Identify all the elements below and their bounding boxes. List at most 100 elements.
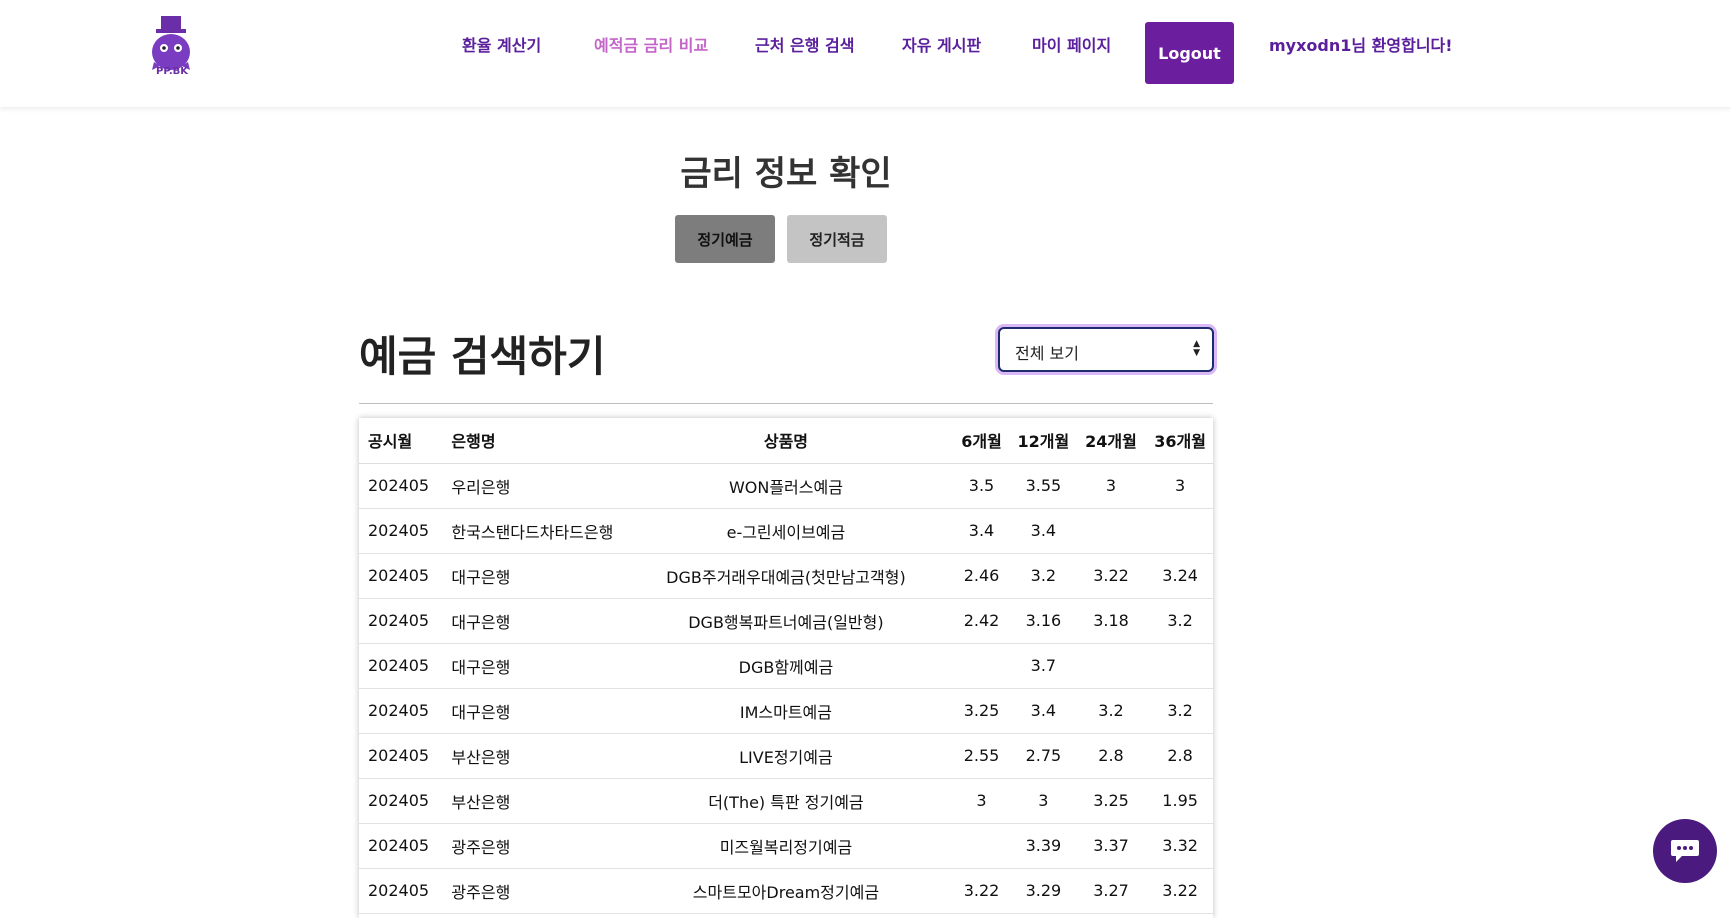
cell-rate-24m: 3 bbox=[1074, 463, 1148, 509]
cell-month: 202405 bbox=[359, 868, 443, 914]
nav-my-page[interactable]: 마이 페이지 bbox=[1032, 32, 1111, 56]
cell-rate-6m: 2.55 bbox=[951, 733, 1012, 779]
cell-rate-24m bbox=[1074, 508, 1148, 554]
nav-nearby-bank[interactable]: 근처 은행 검색 bbox=[755, 32, 854, 56]
cell-month: 202405 bbox=[359, 463, 443, 509]
cell-product: DGB함께예금 bbox=[620, 643, 952, 689]
cell-rate-24m: 3.18 bbox=[1074, 598, 1148, 644]
section-title: 예금 검색하기 bbox=[359, 332, 606, 381]
cell-rate-36m: 3.2 bbox=[1147, 688, 1213, 734]
col-header-12m: 12개월 bbox=[1011, 418, 1075, 464]
cell-rate-24m bbox=[1074, 643, 1148, 689]
cell-rate-36m: 3.2 bbox=[1147, 598, 1213, 644]
cell-month: 202405 bbox=[359, 553, 443, 599]
cell-rate-6m: 3 bbox=[951, 778, 1012, 824]
logout-button[interactable]: Logout bbox=[1145, 22, 1234, 84]
divider bbox=[359, 403, 1213, 404]
cell-rate-36m bbox=[1147, 508, 1213, 554]
col-header-24m: 24개월 bbox=[1074, 418, 1148, 464]
cell-rate-36m: 2.8 bbox=[1147, 733, 1213, 779]
table-row: 202405 광주은행 스마트모아Dream정기예금 3.22 3.29 3.27 3.22 bbox=[359, 868, 1213, 914]
chat-bubble-icon bbox=[1671, 840, 1699, 862]
cell-month: 202405 bbox=[359, 823, 443, 869]
chat-button[interactable] bbox=[1653, 819, 1717, 883]
deposit-toggle-button[interactable]: 정기예금 bbox=[675, 215, 775, 263]
cell-rate-24m: 3.37 bbox=[1074, 823, 1148, 869]
table-row: 202405 부산은행 LIVE정기예금 2.55 2.75 2.8 2.8 bbox=[359, 733, 1213, 779]
cell-bank: 부산은행 bbox=[442, 778, 621, 824]
logo-text: PP.BK bbox=[156, 66, 188, 77]
cell-product: DGB행복파트너예금(일반형) bbox=[620, 598, 952, 644]
cell-bank: 대구은행 bbox=[442, 643, 621, 689]
cell-bank: 부산은행 bbox=[442, 733, 621, 779]
cell-rate-6m: 2.46 bbox=[951, 553, 1012, 599]
col-header-product: 상품명 bbox=[620, 418, 952, 464]
savings-toggle-button[interactable]: 정기적금 bbox=[787, 215, 887, 263]
cell-bank: 대구은행 bbox=[442, 598, 621, 644]
cell-rate-12m: 3.4 bbox=[1011, 508, 1075, 554]
cell-rate-6m bbox=[951, 643, 1012, 689]
cell-rate-36m: 3.32 bbox=[1147, 823, 1213, 869]
cell-product: 미즈월복리정기예금 bbox=[620, 823, 952, 869]
table-row: 202405 우리은행 WON플러스예금 3.5 3.55 3 3 bbox=[359, 463, 1213, 509]
cell-rate-36m: 3.24 bbox=[1147, 553, 1213, 599]
cell-rate-6m: 2.42 bbox=[951, 598, 1012, 644]
col-header-bank: 은행명 bbox=[442, 418, 621, 464]
cell-month: 202405 bbox=[359, 688, 443, 734]
cell-rate-24m: 3.2 bbox=[1074, 688, 1148, 734]
cell-rate-24m: 2.8 bbox=[1074, 733, 1148, 779]
cell-rate-36m: 3.22 bbox=[1147, 868, 1213, 914]
cell-rate-12m: 3.2 bbox=[1011, 553, 1075, 599]
cell-bank: 광주은행 bbox=[442, 868, 621, 914]
welcome-message: myxodn1님 환영합니다! bbox=[1269, 36, 1453, 55]
cell-rate-6m: 3.22 bbox=[951, 868, 1012, 914]
table-row: 202405 대구은행 IM스마트예금 3.25 3.4 3.2 3.2 bbox=[359, 688, 1213, 734]
nav-exchange-calculator[interactable]: 환율 계산기 bbox=[462, 32, 541, 56]
cell-month: 202405 bbox=[359, 598, 443, 644]
col-header-6m: 6개월 bbox=[951, 418, 1012, 464]
bank-filter-value: 전체 보기 bbox=[1015, 344, 1079, 363]
table-row: 202405 부산은행 더(The) 특판 정기예금 3 3 3.25 1.95 bbox=[359, 778, 1213, 824]
cell-product: 더(The) 특판 정기예금 bbox=[620, 778, 952, 824]
cell-rate-12m: 2.75 bbox=[1011, 733, 1075, 779]
table-row: 202405 대구은행 DGB주거래우대예금(첫만남고객형) 2.46 3.2 3.22 3… bbox=[359, 553, 1213, 599]
cell-rate-12m: 3.7 bbox=[1011, 643, 1075, 689]
top-navbar: PP.BK 환율 계산기 예적금 금리 비교 근처 은행 검색 자유 게시판 마… bbox=[0, 0, 1731, 107]
cell-rate-6m: 3.5 bbox=[951, 463, 1012, 509]
col-header-36m: 36개월 bbox=[1147, 418, 1213, 464]
rate-table: 공시월 은행명 상품명 6개월 12개월 24개월 36개월 202405 우리은… bbox=[359, 418, 1213, 914]
cell-product: LIVE정기예금 bbox=[620, 733, 952, 779]
cell-product: 스마트모아Dream정기예금 bbox=[620, 868, 952, 914]
cell-bank: 한국스탠다드차타드은행 bbox=[442, 508, 621, 554]
bank-filter-select[interactable]: 전체 보기 ▲ ▼ bbox=[998, 327, 1214, 372]
col-header-month: 공시월 bbox=[359, 418, 443, 464]
cell-bank: 대구은행 bbox=[442, 553, 621, 599]
cell-rate-12m: 3.55 bbox=[1011, 463, 1075, 509]
cell-product: WON플러스예금 bbox=[620, 463, 952, 509]
cell-month: 202405 bbox=[359, 778, 443, 824]
cell-bank: 우리은행 bbox=[442, 463, 621, 509]
cell-rate-6m: 3.4 bbox=[951, 508, 1012, 554]
cell-product: e-그린세이브예금 bbox=[620, 508, 952, 554]
table-row: 202405 광주은행 미즈월복리정기예금 3.39 3.37 3.32 bbox=[359, 823, 1213, 869]
cell-rate-12m: 3 bbox=[1011, 778, 1075, 824]
cell-month: 202405 bbox=[359, 508, 443, 554]
rate-table-card: 공시월 은행명 상품명 6개월 12개월 24개월 36개월 202405 우리은… bbox=[359, 418, 1213, 918]
cell-rate-12m: 3.39 bbox=[1011, 823, 1075, 869]
cell-rate-6m: 3.25 bbox=[951, 688, 1012, 734]
cell-month: 202405 bbox=[359, 643, 443, 689]
page-title: 금리 정보 확인 bbox=[680, 154, 892, 194]
sort-arrows-icon: ▲ ▼ bbox=[1193, 339, 1200, 358]
cell-product: DGB주거래우대예금(첫만남고객형) bbox=[620, 553, 952, 599]
cell-month: 202405 bbox=[359, 733, 443, 779]
cell-bank: 광주은행 bbox=[442, 823, 621, 869]
cell-rate-12m: 3.29 bbox=[1011, 868, 1075, 914]
nav-free-board[interactable]: 자유 게시판 bbox=[902, 32, 981, 56]
cell-rate-6m bbox=[951, 823, 1012, 869]
table-row: 202405 대구은행 DGB행복파트너예금(일반형) 2.42 3.16 3.18 3.2 bbox=[359, 598, 1213, 644]
nav-rate-compare[interactable]: 예적금 금리 비교 bbox=[594, 32, 708, 56]
cell-rate-36m: 3 bbox=[1147, 463, 1213, 509]
table-row: 202405 한국스탠다드차타드은행 e-그린세이브예금 3.4 3.4 bbox=[359, 508, 1213, 554]
cell-product: IM스마트예금 bbox=[620, 688, 952, 734]
table-row: 202405 대구은행 DGB함께예금 3.7 bbox=[359, 643, 1213, 689]
